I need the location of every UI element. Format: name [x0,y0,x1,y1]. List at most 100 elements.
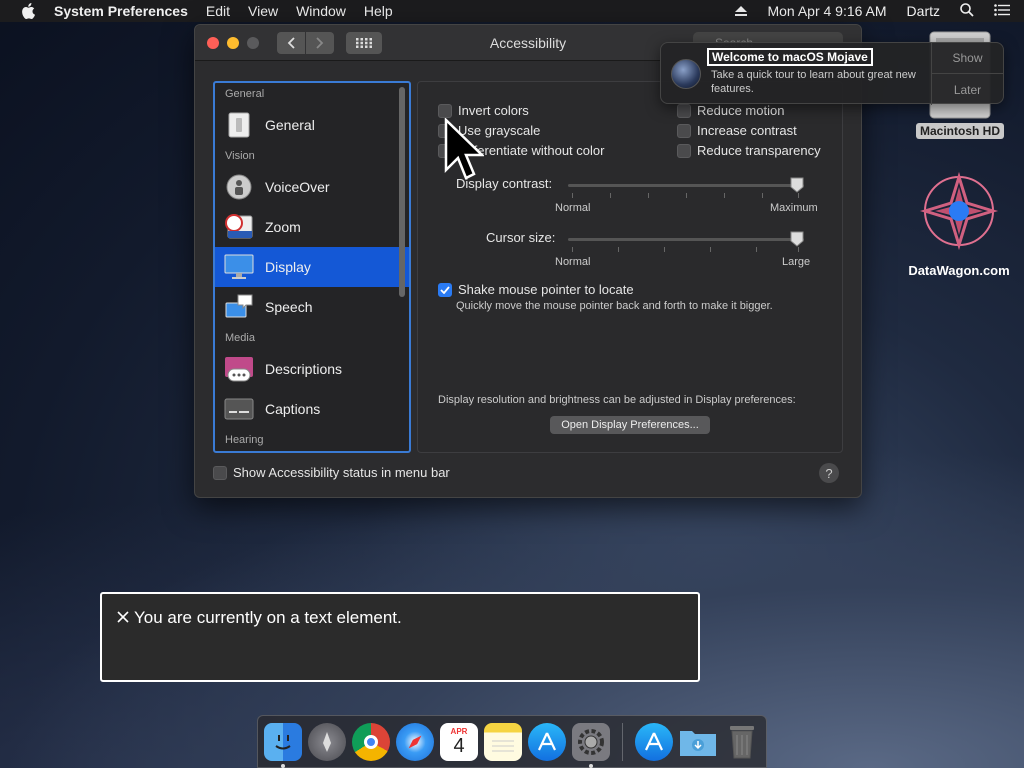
sidebar-item-zoom[interactable]: Zoom [215,207,409,247]
sidebar-item-label: General [265,117,315,133]
sidebar-item-label: Zoom [265,219,301,235]
finder-icon[interactable] [264,722,302,768]
checkbox-label: Reduce transparency [697,143,821,158]
sidebar-item-label: Descriptions [265,361,343,377]
chrome-center-icon [364,734,378,749]
voiceover-icon [223,173,255,201]
launchpad-icon[interactable] [308,722,346,761]
cursor-max-label: Large [782,256,811,268]
apple-menu-icon[interactable] [20,3,36,19]
sidebar-item-speech[interactable]: Speech [215,287,409,327]
checkmark-icon [440,285,450,294]
menu-user[interactable]: Dartz [907,3,940,19]
notification-title: Welcome to macOS Mojave [707,48,873,66]
rocket-icon [323,731,331,752]
show-status-in-menu-bar-checkbox[interactable]: Show Accessibility status in menu bar [213,465,450,480]
sidebar-item-general[interactable]: General [215,105,409,145]
system-preferences-icon[interactable] [572,722,610,768]
shake-to-locate-checkbox[interactable]: Shake mouse pointer to locate [438,282,634,297]
notification-center-icon[interactable] [994,3,1010,19]
section-media: Media [225,332,255,344]
zoom-window-button[interactable] [247,36,259,49]
close-icon[interactable] [116,610,130,624]
slider-tick [756,247,757,252]
shake-help-text: Quickly move the mouse pointer back and … [456,300,773,312]
sidebar-item-descriptions[interactable]: Descriptions [215,349,409,389]
sidebar-item-label: Speech [265,299,313,315]
calendar-day: 4 [453,735,465,757]
chevron-right-icon [316,36,324,49]
accessibility-sidebar[interactable]: General General Vision VoiceOver Zoom Di… [213,81,411,453]
slider-tick [618,247,619,252]
contrast-min-label: Normal [555,202,591,214]
notification-show-button[interactable]: Show [932,43,1003,74]
compass-icon [408,735,422,748]
sidebar-item-voiceover[interactable]: VoiceOver [215,167,409,207]
menu-window[interactable]: Window [296,3,346,19]
spotlight-search-icon[interactable] [960,2,974,20]
checkbox-label: Shake mouse pointer to locate [458,282,634,297]
increase-contrast-checkbox[interactable]: Increase contrast [677,123,797,138]
menu-edit[interactable]: Edit [206,3,230,19]
menu-help[interactable]: Help [364,3,393,19]
calendar-icon[interactable]: APR 4 [440,722,478,761]
datawagon-label: DataWagon.com [908,263,1010,278]
notes-icon[interactable] [484,722,522,761]
downloads-folder-icon[interactable] [679,723,717,761]
slider-tick [610,193,611,198]
slider-tick [572,193,573,198]
reduce-transparency-checkbox[interactable]: Reduce transparency [677,143,821,158]
cursor-size-slider[interactable] [568,231,804,253]
checkbox-label: Reduce motion [697,103,785,118]
desktop-icon-datawagon[interactable]: DataWagon.com [900,168,1018,278]
checkbox-box [677,143,691,158]
invert-colors-checkbox[interactable]: Invert colors [438,103,529,118]
switch-icon [223,111,255,139]
chrome-icon[interactable] [352,722,390,761]
show-all-button[interactable] [346,31,382,54]
speech-icon [223,293,255,321]
minimize-window-button[interactable] [227,36,239,49]
app-menu[interactable]: System Preferences [54,3,188,19]
display-contrast-slider[interactable] [568,177,804,199]
safari-icon[interactable] [396,722,434,761]
slider-track [568,184,804,187]
back-button[interactable] [277,31,305,54]
notification-banner[interactable]: Welcome to macOS Mojave Take a quick tou… [660,42,1004,105]
menu-view[interactable]: View [248,3,278,19]
notification-later-button[interactable]: Later [932,74,1003,105]
sidebar-scrollbar[interactable] [399,87,405,297]
forward-button[interactable] [306,31,334,54]
sidebar-item-label: VoiceOver [265,179,330,195]
eject-icon[interactable] [735,6,748,16]
folder-icon [680,730,716,756]
sidebar-item-display[interactable]: Display [215,247,409,287]
dock: APR 4 [257,715,767,768]
grid-icon [356,37,372,48]
help-button[interactable]: ? [819,463,839,483]
slider-tick [648,193,649,198]
trash-can-icon [730,725,754,758]
contrast-max-label: Maximum [770,202,818,214]
trash-icon[interactable] [723,723,761,761]
app-store-a-icon [538,732,556,750]
sidebar-item-captions[interactable]: Captions [215,389,409,429]
close-window-button[interactable] [207,36,219,49]
macintosh-hd-label: Macintosh HD [915,123,1004,139]
reduce-motion-checkbox[interactable]: Reduce motion [677,103,784,118]
app-store-icon[interactable] [528,722,566,761]
open-display-preferences-button[interactable]: Open Display Preferences... [550,416,710,434]
mojave-icon [671,59,701,89]
zoom-icon [223,213,255,241]
dock-separator [622,722,623,761]
gear-icon [578,728,604,755]
checkbox-box [677,103,691,118]
resolution-note: Display resolution and brightness can be… [438,394,796,406]
menu-clock[interactable]: Mon Apr 4 9:16 AM [767,3,886,19]
app-store-download-icon[interactable] [635,722,673,761]
slider-thumb[interactable] [790,177,804,193]
display-icon [223,253,255,281]
checkbox-box [213,465,227,480]
slider-thumb[interactable] [790,231,804,247]
section-general: General [225,88,265,100]
